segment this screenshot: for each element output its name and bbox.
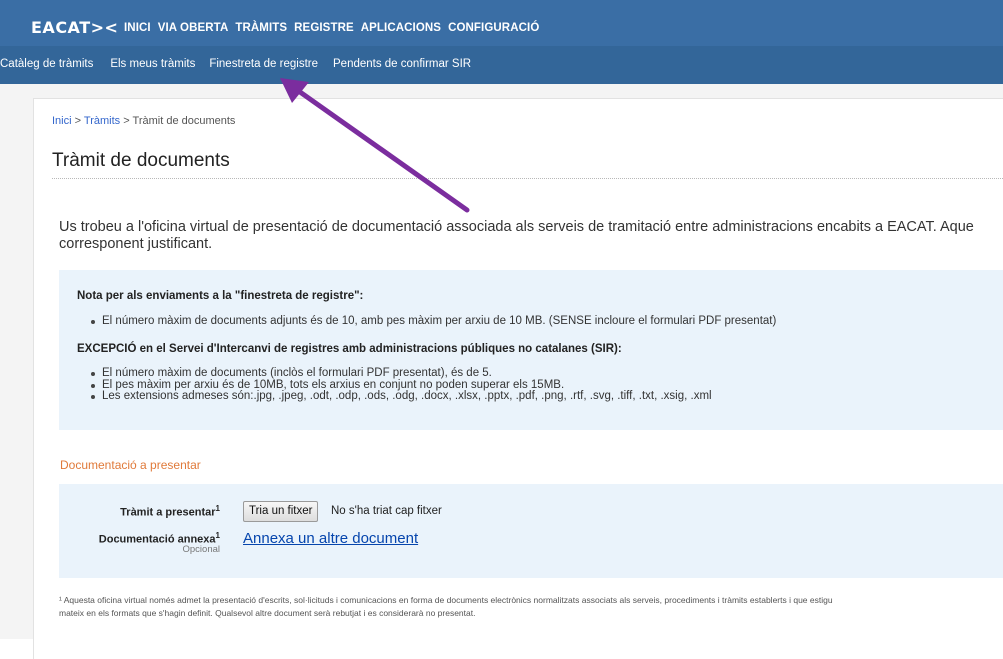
main-menu-item-configuracio[interactable]: CONFIGURACIÓ bbox=[448, 22, 539, 34]
breadcrumb-separator: > bbox=[120, 115, 133, 127]
sub-menu-item-pendents-sir[interactable]: Pendents de confirmar SIR bbox=[333, 58, 471, 70]
top-header-bar: EACAT>< INICI VIA OBERTA TRÀMITS REGISTR… bbox=[0, 0, 1003, 46]
footnote: ¹ Aquesta oficina virtual només admet la… bbox=[59, 594, 1003, 620]
main-menu-item-registre[interactable]: REGISTRE bbox=[294, 22, 354, 34]
main-menu-item-via-oberta[interactable]: VIA OBERTA bbox=[158, 22, 229, 34]
tramit-label: Tràmit a presentar1 bbox=[120, 504, 220, 519]
breadcrumb-link-tramits[interactable]: Tràmits bbox=[84, 115, 120, 127]
main-menu-item-tramits[interactable]: TRÀMITS bbox=[235, 22, 287, 34]
add-annex-document-link[interactable]: Annexa un altre document bbox=[243, 530, 418, 547]
breadcrumb-separator: > bbox=[71, 115, 84, 127]
sub-menu-item-els-meus-tramits[interactable]: Els meus tràmits bbox=[110, 58, 195, 70]
sub-menu: Catàleg de tràmits Els meus tràmits Fine… bbox=[0, 58, 471, 70]
main-menu-item-inici[interactable]: INICI bbox=[124, 22, 151, 34]
footnote-line-1: ¹ Aquesta oficina virtual només admet la… bbox=[59, 595, 833, 605]
exception-list: El número màxim de documents (inclòs el … bbox=[89, 367, 712, 403]
annex-optional-hint: Opcional bbox=[182, 544, 221, 555]
note-item: El número màxim de documents adjunts és … bbox=[89, 315, 776, 328]
intro-line-1: Us trobeu a l'oficina virtual de present… bbox=[59, 219, 974, 235]
breadcrumb-link-inici[interactable]: Inici bbox=[52, 115, 72, 127]
choose-file-button[interactable]: Tria un fitxer bbox=[243, 501, 319, 522]
main-menu: INICI VIA OBERTA TRÀMITS REGISTRE APLICA… bbox=[124, 22, 546, 34]
breadcrumb-current: Tràmit de documents bbox=[132, 115, 236, 127]
page-title: Tràmit de documents bbox=[52, 150, 230, 171]
exception-item: Les extensions admeses són:.jpg, .jpeg, … bbox=[89, 390, 712, 403]
intro-text: Us trobeu a l'oficina virtual de present… bbox=[59, 219, 1003, 253]
footnote-line-2: mateix en els formats que s'hagin defini… bbox=[59, 608, 476, 618]
sub-menu-item-finestreta-de-registre[interactable]: Finestreta de registre bbox=[209, 58, 318, 70]
intro-line-2: corresponent justificant. bbox=[59, 236, 213, 252]
eacat-logo[interactable]: EACAT>< bbox=[31, 18, 118, 37]
documents-section-title: Documentació a presentar bbox=[60, 458, 201, 472]
footnote-ref: 1 bbox=[215, 531, 220, 540]
sub-menu-bar: Catàleg de tràmits Els meus tràmits Fine… bbox=[0, 46, 1003, 84]
title-divider bbox=[52, 178, 1003, 179]
sub-menu-item-cataleg[interactable]: Catàleg de tràmits bbox=[0, 58, 93, 70]
footnote-ref: 1 bbox=[215, 504, 220, 513]
breadcrumb: Inici > Tràmits > Tràmit de documents bbox=[52, 115, 235, 127]
exception-item: El número màxim de documents (inclòs el … bbox=[89, 367, 712, 380]
note-list: El número màxim de documents adjunts és … bbox=[89, 315, 776, 328]
file-status-text: No s'ha triat cap fitxer bbox=[331, 505, 442, 517]
note-heading: Nota per als enviaments a la "finestreta… bbox=[77, 290, 364, 302]
exception-heading: EXCEPCIÓ en el Servei d'Intercanvi de re… bbox=[77, 343, 622, 355]
main-menu-item-aplicacions[interactable]: APLICACIONS bbox=[361, 22, 441, 34]
